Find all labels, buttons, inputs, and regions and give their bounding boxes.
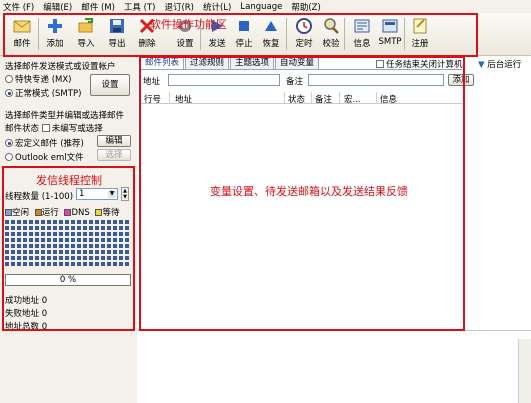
radio-selected-icon <box>5 139 13 147</box>
settings-button[interactable]: 设置 <box>90 74 130 96</box>
log-scrollbar[interactable] <box>518 339 531 403</box>
menu-mail[interactable]: 邮件 (M) <box>81 1 115 13</box>
mode-normal-label: 正常模式 (SMTP) <box>15 89 82 99</box>
edit-button[interactable]: 编辑 <box>97 135 131 147</box>
checkbox-icon <box>41 124 50 132</box>
toolbar-annotation-box <box>3 13 478 57</box>
toolbar-annotation-label: 软件操作功能区 <box>150 18 227 31</box>
menu-unsubscribe[interactable]: 退订(R) <box>164 1 194 13</box>
outlook-file-radio[interactable]: Outlook eml文件 <box>5 151 84 163</box>
mode-special-label: 特快专递 (MX) <box>15 75 72 85</box>
mail-status-label: 邮件状态 <box>5 124 40 134</box>
background-run-button[interactable]: ▼ 后台运行 <box>478 58 521 70</box>
menu-file[interactable]: 文件 (F) <box>3 1 34 13</box>
custom-mail-radio[interactable]: 宏定义邮件 (推荐) <box>5 137 84 149</box>
log-output-box[interactable] <box>137 330 531 403</box>
background-run-label: 后台运行 <box>487 60 522 70</box>
menu-edit[interactable]: 编辑(E) <box>43 1 72 13</box>
chevron-down-icon: ▼ <box>478 60 485 70</box>
radio-icon <box>5 153 13 161</box>
main-annotation-label: 变量设置、待发送邮箱以及发送结果反馈 <box>210 185 408 198</box>
thread-annotation-label: 发信线程控制 <box>36 174 102 187</box>
custom-mail-label: 宏定义邮件 (推荐) <box>15 139 84 149</box>
choose-button[interactable]: 选择 <box>97 149 131 161</box>
menu-tools[interactable]: 工具 (T) <box>124 1 156 13</box>
menu-language[interactable]: Language <box>240 2 282 12</box>
menu-bar: 文件 (F) 编辑(E) 邮件 (M) 工具 (T) 退订(R) 统计(L) L… <box>0 0 531 13</box>
send-mode-title: 选择邮件发送模式或设置帐户 <box>5 62 116 72</box>
radio-icon <box>5 75 13 83</box>
mail-status-row: 邮件状态 未编写或选择 <box>5 122 103 134</box>
thread-annotation-box <box>2 166 135 331</box>
mode-special-radio[interactable]: 特快专递 (MX) <box>5 73 72 85</box>
outlook-file-label: Outlook eml文件 <box>15 153 84 163</box>
menu-statistics[interactable]: 统计(L) <box>203 1 231 13</box>
mail-type-title: 选择邮件类型并编辑或选择邮件 <box>5 111 125 121</box>
menu-help[interactable]: 帮助(Z) <box>291 1 320 13</box>
radio-selected-icon <box>5 89 13 97</box>
mode-normal-radio[interactable]: 正常模式 (SMTP) <box>5 87 81 99</box>
mail-status-value: 未编写或选择 <box>51 124 103 134</box>
